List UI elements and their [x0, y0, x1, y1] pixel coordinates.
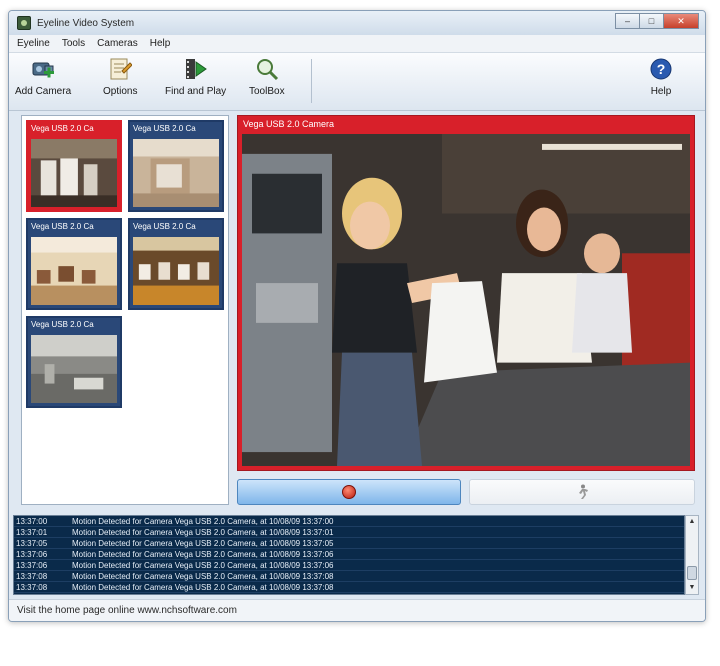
- menu-eyeline[interactable]: Eyeline: [17, 38, 50, 49]
- window-title: Eyeline Video System: [37, 17, 135, 29]
- camera-preview-image: [31, 335, 117, 403]
- camera-thumbnail[interactable]: Vega USB 2.0 Ca: [26, 120, 122, 212]
- event-log[interactable]: 13:37:00 Motion Detected for Camera Vega …: [13, 515, 685, 595]
- toolbox-button[interactable]: ToolBox: [249, 57, 285, 107]
- menu-tools[interactable]: Tools: [62, 38, 85, 49]
- log-row: 13:37:06 Motion Detected for Camera Vega …: [14, 549, 684, 560]
- camera-preview-image: [133, 139, 219, 207]
- camera-thumbnail-panel: Vega USB 2.0 Ca Vega USB 2.0 Ca Vega USB…: [21, 115, 229, 505]
- scroll-thumb[interactable]: [687, 566, 697, 580]
- log-time: 13:37:00: [16, 517, 48, 526]
- add-camera-icon: [32, 62, 55, 78]
- log-message: Motion Detected for Camera Vega USB 2.0 …: [72, 550, 334, 559]
- log-row: 13:37:00 Motion Detected for Camera Vega …: [14, 516, 684, 527]
- menu-cameras[interactable]: Cameras: [97, 38, 138, 49]
- log-row: 13:37:06 Motion Detected for Camera Vega …: [14, 560, 684, 571]
- camera-thumbnail[interactable]: Vega USB 2.0 Ca: [128, 218, 224, 310]
- log-time: 13:37:08: [16, 572, 48, 581]
- film-play-icon: [185, 59, 207, 79]
- camera-preview-image: [133, 237, 219, 305]
- svg-text:?: ?: [657, 61, 666, 77]
- maximize-button[interactable]: □: [639, 13, 663, 29]
- content-area: Vega USB 2.0 Ca Vega USB 2.0 Ca Vega USB…: [9, 111, 705, 507]
- camera-thumbnail[interactable]: Vega USB 2.0 Ca: [26, 316, 122, 408]
- status-bar: Visit the home page online www.nchsoftwa…: [9, 599, 705, 621]
- app-window: Eyeline Video System – □ ✕ Eyeline Tools…: [8, 10, 706, 622]
- log-time: 13:37:06: [16, 561, 48, 570]
- find-and-play-label: Find and Play: [165, 86, 227, 97]
- window-controls: – □ ✕: [615, 13, 699, 29]
- toolbar: Add Camera Options Find and Play ToolBox…: [9, 53, 705, 111]
- log-row: 13:37:08 Motion Detected for Camera Vega …: [14, 571, 684, 582]
- help-button[interactable]: ? Help: [649, 57, 673, 107]
- status-text: Visit the home page online www.nchsoftwa…: [17, 605, 237, 616]
- find-and-play-button[interactable]: Find and Play: [165, 57, 226, 107]
- add-camera-button[interactable]: Add Camera: [15, 57, 71, 107]
- close-button[interactable]: ✕: [663, 13, 699, 29]
- log-message: Motion Detected for Camera Vega USB 2.0 …: [72, 539, 334, 548]
- motion-detect-button[interactable]: [469, 479, 695, 505]
- menu-help[interactable]: Help: [150, 38, 171, 49]
- add-camera-label: Add Camera: [15, 86, 72, 97]
- live-camera-image: [242, 134, 690, 466]
- help-icon: ?: [650, 58, 672, 80]
- log-row: 13:37:08 Motion Detected for Camera Vega …: [14, 582, 684, 593]
- main-camera-view[interactable]: Vega USB 2.0 Camera: [237, 115, 695, 471]
- menu-bar: Eyeline Tools Cameras Help: [9, 35, 705, 53]
- thumbnail-caption: Vega USB 2.0 Ca: [133, 222, 196, 231]
- log-message: Motion Detected for Camera Vega USB 2.0 …: [72, 517, 334, 526]
- main-camera-caption: Vega USB 2.0 Camera: [243, 119, 335, 129]
- thumbnail-caption: Vega USB 2.0 Ca: [133, 124, 196, 133]
- log-row: 13:37:01 Motion Detected for Camera Vega …: [14, 527, 684, 538]
- log-message: Motion Detected for Camera Vega USB 2.0 …: [72, 572, 334, 581]
- log-message: Motion Detected for Camera Vega USB 2.0 …: [72, 561, 334, 570]
- thumbnail-caption: Vega USB 2.0 Ca: [31, 124, 94, 133]
- running-person-icon: [579, 484, 588, 499]
- log-message: Motion Detected for Camera Vega USB 2.0 …: [72, 583, 334, 592]
- log-time: 13:37:05: [16, 539, 48, 548]
- log-scrollbar[interactable]: ▲ ▼: [685, 515, 699, 595]
- app-logo-icon: [17, 16, 31, 30]
- record-button[interactable]: [237, 479, 461, 505]
- scroll-up-icon[interactable]: ▲: [686, 516, 698, 528]
- log-time: 13:37:08: [16, 583, 48, 592]
- minimize-button[interactable]: –: [615, 13, 639, 29]
- title-bar[interactable]: Eyeline Video System – □ ✕: [9, 11, 705, 35]
- toolbox-label: ToolBox: [249, 86, 285, 97]
- magnifier-icon: [256, 59, 278, 81]
- thumbnail-caption: Vega USB 2.0 Ca: [31, 222, 94, 231]
- camera-thumbnail[interactable]: Vega USB 2.0 Ca: [128, 120, 224, 212]
- options-label: Options: [103, 86, 138, 97]
- record-icon: [342, 485, 356, 499]
- help-label: Help: [650, 86, 672, 97]
- camera-preview-image: [31, 139, 117, 207]
- camera-preview-image: [31, 237, 117, 305]
- log-row: 13:37:05 Motion Detected for Camera Vega …: [14, 538, 684, 549]
- log-message: Motion Detected for Camera Vega USB 2.0 …: [72, 528, 334, 537]
- options-button[interactable]: Options: [103, 57, 137, 107]
- thumbnail-caption: Vega USB 2.0 Ca: [31, 320, 94, 329]
- options-icon: [110, 58, 133, 80]
- log-time: 13:37:01: [16, 528, 48, 537]
- log-time: 13:37:06: [16, 550, 48, 559]
- toolbar-separator: [311, 59, 312, 103]
- scroll-down-icon[interactable]: ▼: [686, 582, 698, 594]
- camera-thumbnail[interactable]: Vega USB 2.0 Ca: [26, 218, 122, 310]
